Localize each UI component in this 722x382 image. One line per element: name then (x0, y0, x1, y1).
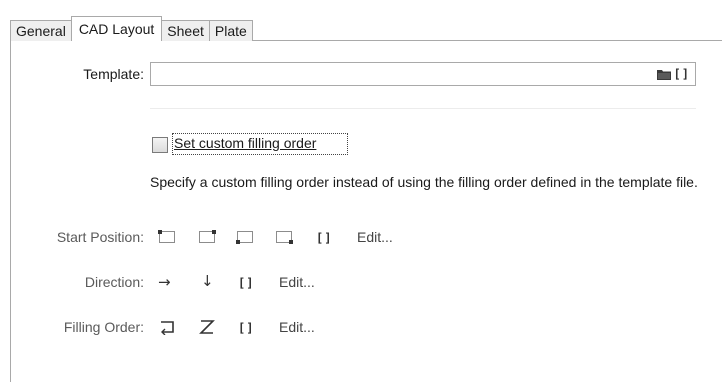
custom-filling-order-description: Specify a custom filling order instead o… (150, 174, 698, 190)
start-position-label: Start Position: (56, 229, 144, 245)
right-arrow-icon[interactable]: → (158, 273, 171, 291)
top-left-corner-icon[interactable] (158, 230, 175, 243)
tab-sheet[interactable]: Sheet (161, 20, 210, 41)
tab-strip: General CAD Layout Sheet Plate (10, 16, 253, 41)
custom-filling-order-checkbox[interactable] (152, 137, 168, 153)
tab-general[interactable]: General (10, 20, 72, 41)
bottom-right-corner-icon[interactable] (276, 231, 293, 244)
tab-cad-layout[interactable]: CAD Layout (70, 16, 163, 41)
zigzag-order-icon[interactable] (199, 319, 215, 335)
top-right-corner-icon[interactable] (199, 230, 216, 243)
start-position-variable-icon[interactable]: [] (316, 231, 332, 245)
template-label: Template: (83, 66, 144, 82)
template-input[interactable] (155, 64, 639, 86)
tab-plate[interactable]: Plate (208, 20, 253, 41)
folder-icon[interactable] (657, 69, 671, 80)
variable-icon[interactable]: [] (674, 67, 690, 81)
filling-order-label: Filling Order: (63, 319, 144, 335)
bottom-left-corner-icon[interactable] (236, 231, 253, 244)
separator (150, 108, 696, 109)
filling-order-variable-icon[interactable]: [] (238, 321, 254, 335)
meander-order-icon[interactable] (160, 319, 176, 335)
custom-filling-order-label[interactable]: Set custom filling order (174, 135, 316, 151)
direction-label: Direction: (84, 274, 144, 290)
template-field[interactable]: [] (150, 62, 696, 86)
down-arrow-icon[interactable]: ↓ (201, 272, 214, 290)
start-position-edit-link[interactable]: Edit... (357, 229, 393, 245)
direction-variable-icon[interactable]: [] (238, 276, 254, 290)
filling-order-edit-link[interactable]: Edit... (279, 319, 315, 335)
direction-edit-link[interactable]: Edit... (279, 274, 315, 290)
